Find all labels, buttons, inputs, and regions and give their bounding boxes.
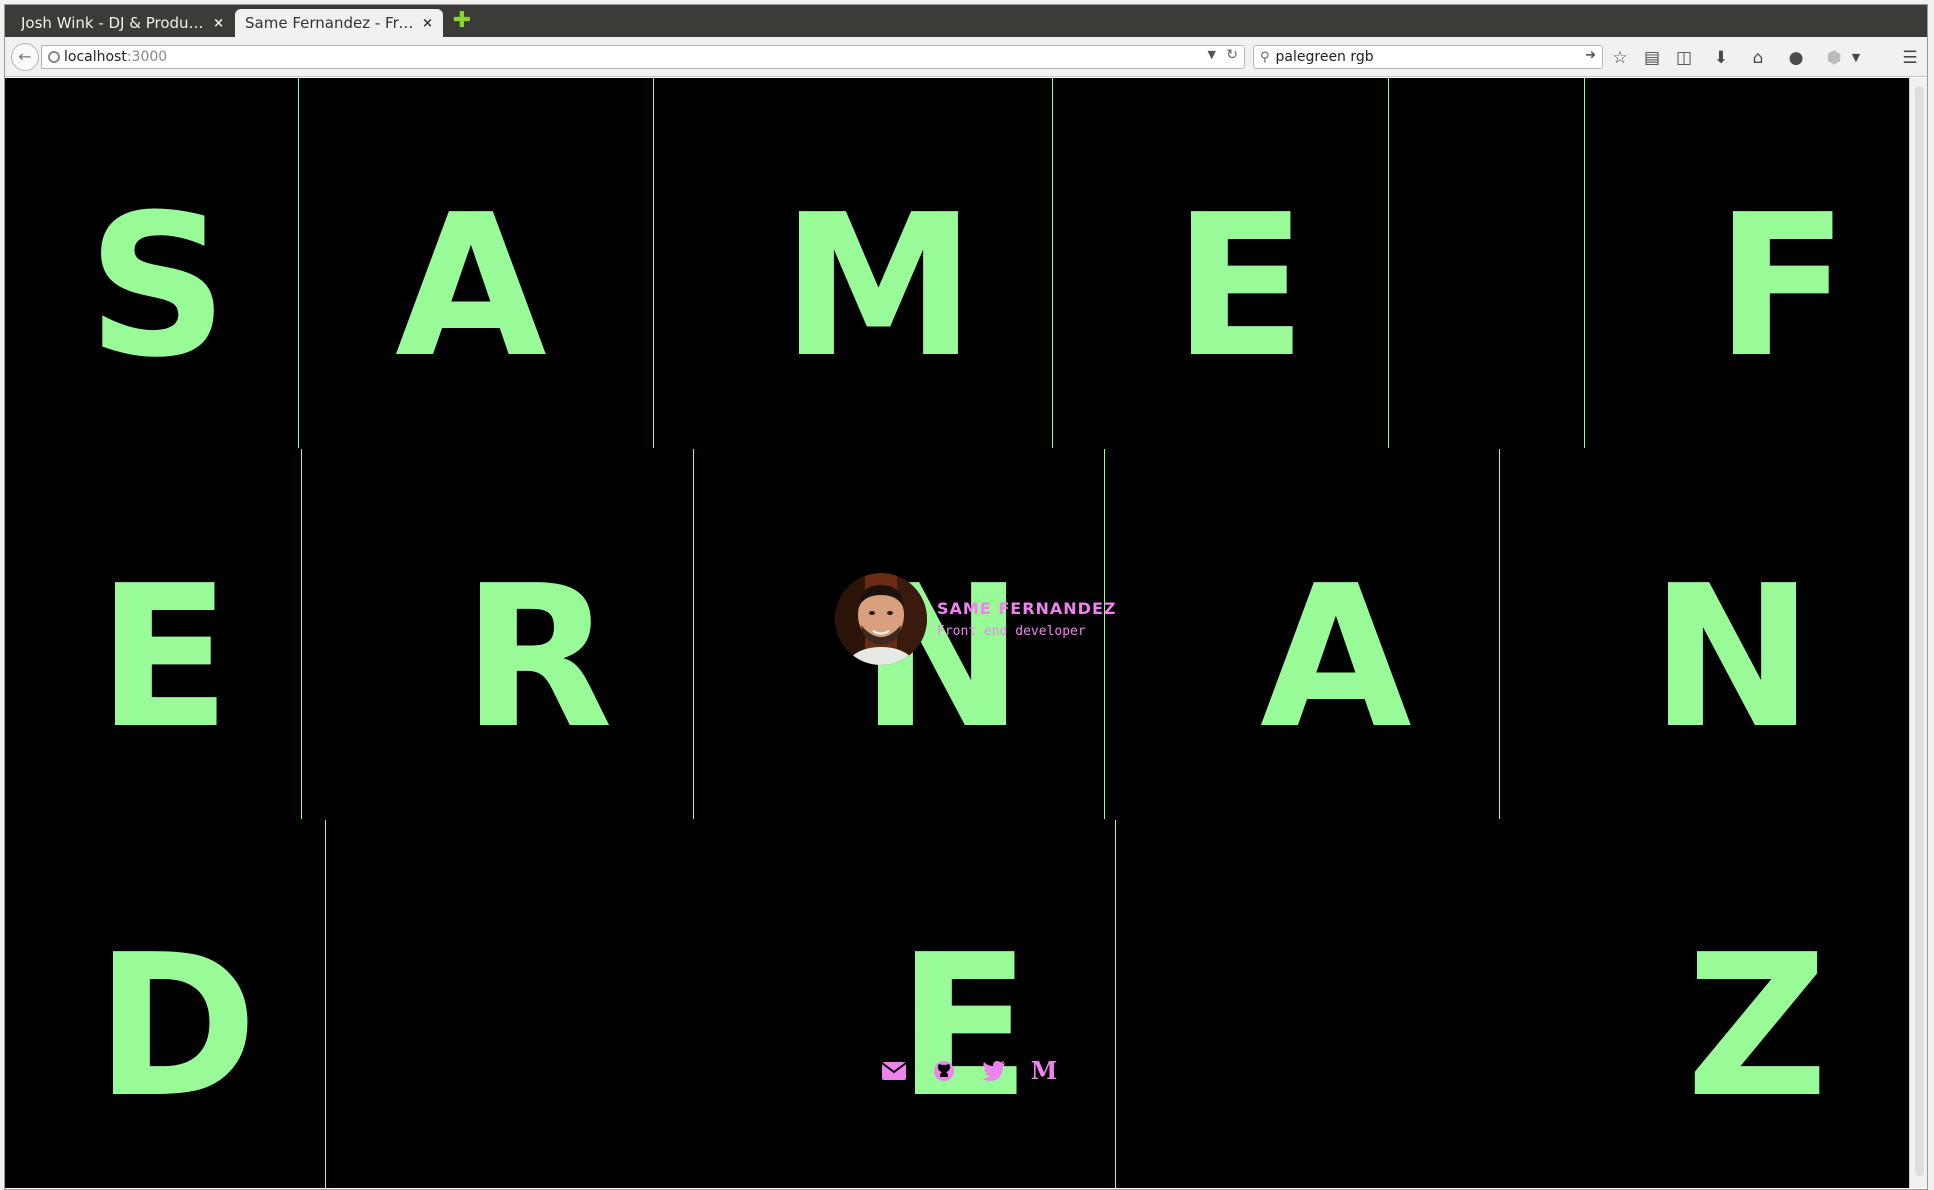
search-bar[interactable]: ⚲ palegreen rgb ➜ xyxy=(1253,45,1603,69)
search-go-icon[interactable]: ➜ xyxy=(1585,48,1596,63)
letter-cell: D xyxy=(5,820,325,1188)
downloads-icon[interactable]: ⬇ xyxy=(1710,47,1732,69)
medium-icon[interactable]: M xyxy=(1031,1058,1057,1084)
browser-window: Josh Wink - DJ & Producer × Same Fernand… xyxy=(4,4,1928,1190)
home-icon[interactable]: ⌂ xyxy=(1747,47,1769,69)
grid-line xyxy=(653,78,654,448)
grid-line xyxy=(298,78,299,448)
grid-line xyxy=(1584,78,1585,448)
letter: E xyxy=(897,913,1031,1141)
grid-line xyxy=(325,820,326,1188)
letter: D xyxy=(95,913,258,1141)
letter-cell: A xyxy=(1105,449,1499,819)
letter-cell: A xyxy=(299,78,653,448)
url-port: :3000 xyxy=(126,49,168,65)
menu-icon[interactable]: ☰ xyxy=(1899,47,1921,69)
letter-cell: M xyxy=(654,78,1052,448)
letter: N xyxy=(1650,544,1815,772)
letter-cell: Z xyxy=(1116,820,1909,1188)
letter: A xyxy=(395,173,547,401)
letter: R xyxy=(462,544,613,772)
navigation-bar: ← localhost :3000 ▼ ↻ ⚲ palegreen rgb ➜ … xyxy=(5,37,1927,77)
search-input[interactable]: palegreen rgb xyxy=(1276,49,1374,65)
letter: E xyxy=(97,544,231,772)
profile-name: SAME FERNANDEZ xyxy=(937,599,1117,618)
tab-bar: Josh Wink - DJ & Producer × Same Fernand… xyxy=(5,5,1927,37)
new-tab-button[interactable]: ✚ xyxy=(451,10,473,32)
social-links: M xyxy=(881,1058,1057,1084)
grid-line xyxy=(1388,78,1389,448)
grid-line xyxy=(693,449,694,819)
profile-card: SAME FERNANDEZ Front end developer xyxy=(835,573,1116,665)
letter-cell: E xyxy=(326,820,1115,1188)
envelope-icon[interactable] xyxy=(881,1058,907,1084)
site-info-icon[interactable] xyxy=(48,51,60,63)
letter: S xyxy=(87,173,229,401)
grid-line xyxy=(301,449,302,819)
page-content: S A M E F E R N A N D E Z SAME FERNANDEZ… xyxy=(5,78,1909,1188)
tab-close-icon[interactable]: × xyxy=(422,16,433,31)
letter: Z xyxy=(1686,913,1829,1141)
url-host: localhost xyxy=(64,49,127,65)
letter: A xyxy=(1260,544,1412,772)
bookmark-star-icon[interactable]: ☆ xyxy=(1609,47,1631,69)
adblock-icon[interactable]: ⬢ xyxy=(1823,47,1845,69)
search-icon: ⚲ xyxy=(1260,49,1270,65)
svg-text:M: M xyxy=(1031,1060,1057,1082)
chat-icon[interactable]: ● xyxy=(1785,47,1807,69)
adblock-dropdown-icon[interactable]: ▼ xyxy=(1845,47,1867,69)
grid-line xyxy=(1115,820,1116,1188)
letter-cell: F xyxy=(1585,78,1909,448)
profile-role: Front end developer xyxy=(937,624,1086,639)
tab-same-fernandez[interactable]: Same Fernandez - Front... × xyxy=(235,9,443,37)
letter-cell: E xyxy=(5,449,301,819)
letter-cell: E xyxy=(1053,78,1388,448)
url-bar[interactable]: localhost :3000 ▼ ↻ xyxy=(41,45,1245,69)
grid-line xyxy=(1499,449,1500,819)
pocket-icon[interactable]: ◫ xyxy=(1673,47,1695,69)
letter-cell: S xyxy=(5,78,298,448)
github-icon[interactable] xyxy=(931,1058,957,1084)
tab-title: Same Fernandez - Front... xyxy=(245,14,417,32)
scrollbar-thumb[interactable] xyxy=(1915,86,1924,1176)
tab-josh-wink[interactable]: Josh Wink - DJ & Producer × xyxy=(11,9,234,37)
letter-cell: R xyxy=(302,449,693,819)
avatar xyxy=(835,573,927,665)
tab-title: Josh Wink - DJ & Producer xyxy=(21,14,208,32)
reading-list-icon[interactable]: ▤ xyxy=(1641,47,1663,69)
reload-icon[interactable]: ↻ xyxy=(1226,47,1238,63)
twitter-icon[interactable] xyxy=(981,1058,1007,1084)
grid-line xyxy=(1052,78,1053,448)
letter-cell: N xyxy=(1500,449,1909,819)
letter: E xyxy=(1173,173,1307,401)
back-button[interactable]: ← xyxy=(11,43,39,71)
tab-close-icon[interactable]: × xyxy=(213,16,224,31)
vertical-scrollbar[interactable] xyxy=(1909,78,1927,1188)
url-history-dropdown-icon[interactable]: ▼ xyxy=(1208,48,1216,61)
letter: F xyxy=(1715,173,1849,401)
letter: M xyxy=(781,173,977,401)
